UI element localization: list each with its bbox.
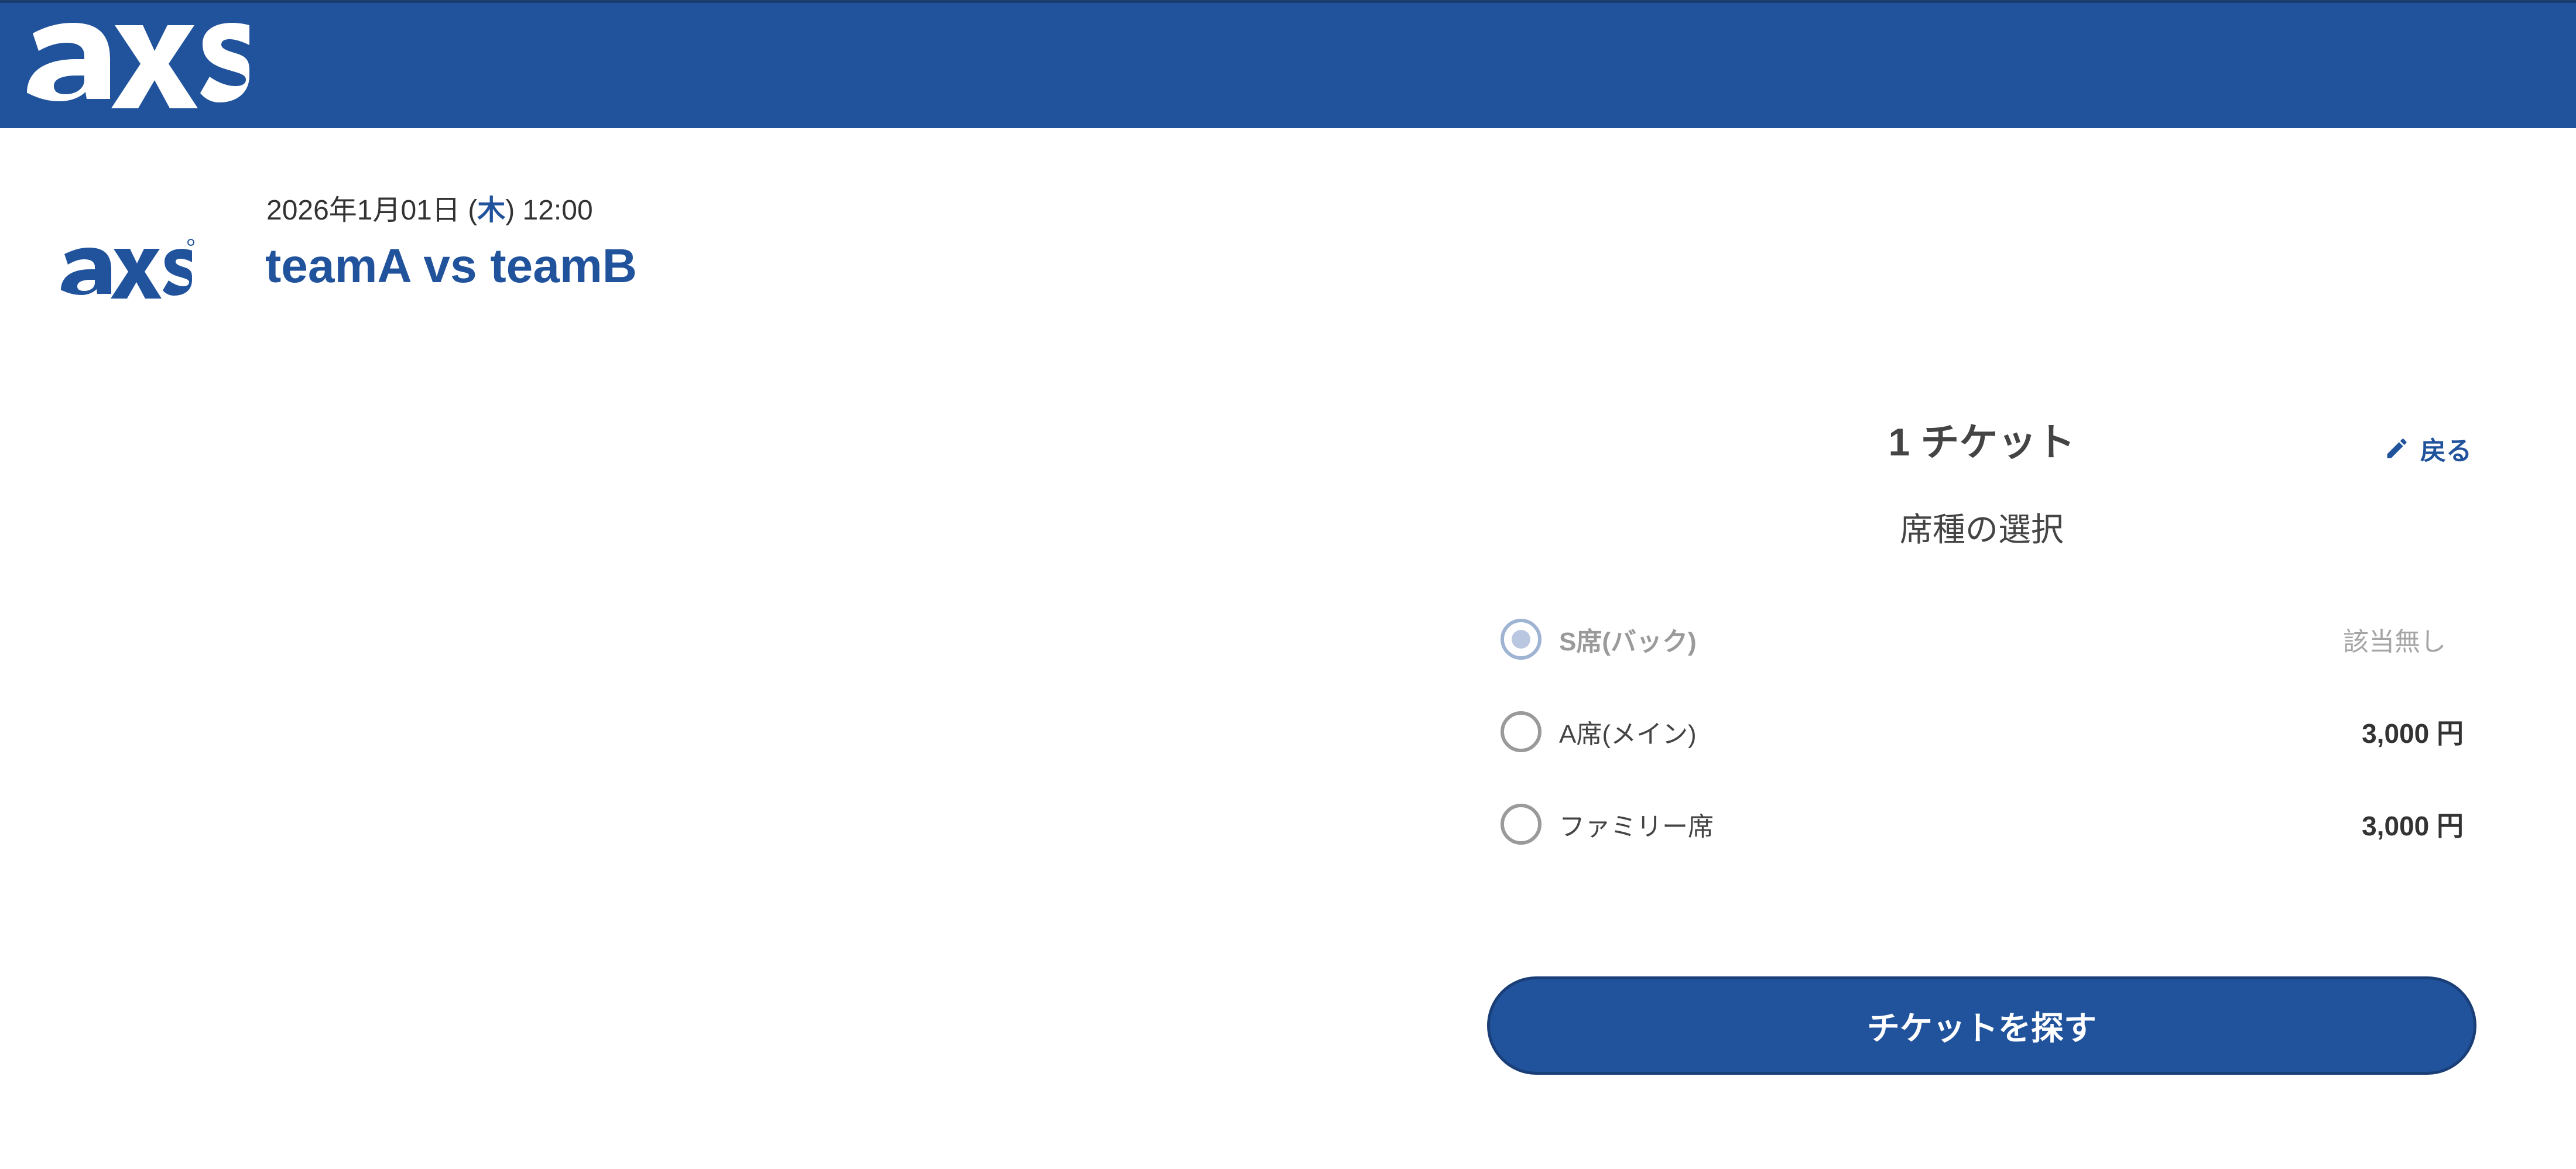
event-logo-icon: [61, 239, 194, 299]
seat-price-s: 該当無し: [2343, 628, 2446, 656]
axs-logo-icon[interactable]: [21, 5, 249, 111]
seat-label-a[interactable]: A席(メイン): [1559, 713, 2362, 750]
seat-label-family[interactable]: ファミリー席: [1559, 805, 2362, 843]
back-label: 戻る: [2420, 437, 2472, 465]
event-datetime: 2026年1月01日 (木) 12:00: [266, 193, 593, 228]
pencil-icon: [2387, 438, 2407, 458]
seat-label-s: S席(バック): [1559, 628, 1697, 656]
site-header: [0, 0, 2576, 128]
seat-price-a: 3,000 円: [2362, 718, 2464, 749]
seat-option-a[interactable]: A席(メイン) 3,000 円: [1501, 708, 2464, 755]
event-date-suffix: ) 12:00: [505, 195, 593, 226]
seat-radio-family[interactable]: [1501, 804, 1542, 845]
ticket-count: 1 チケット: [1888, 420, 2075, 464]
back-link[interactable]: 戻る: [2384, 431, 2472, 466]
page: 2026年1月01日 (木) 12:00 teamA vs teamB 1 チケ…: [0, 0, 2576, 1169]
find-tickets-button[interactable]: チケットを探す: [1487, 976, 2476, 1075]
seat-option-family[interactable]: ファミリー席 3,000 円: [1501, 801, 2464, 848]
section-title: 席種の選択: [1900, 511, 2064, 548]
seat-option-s: S席(バック) 該当無し: [1501, 616, 2464, 663]
event-title: teamA vs teamB: [265, 239, 638, 293]
seat-price-family: 3,000 円: [2362, 811, 2464, 841]
seat-radio-s: [1501, 619, 1542, 660]
event-date-prefix: 2026年1月01日 (: [266, 195, 478, 226]
event-weekday: 木: [477, 195, 506, 226]
seat-radio-a[interactable]: [1501, 711, 1542, 752]
